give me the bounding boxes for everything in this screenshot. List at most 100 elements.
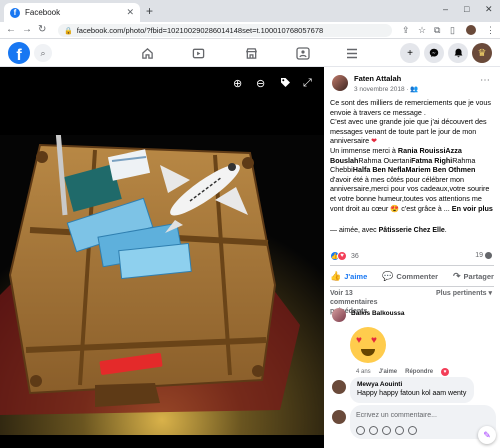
close-tab-icon[interactable]: ✕ — [126, 7, 134, 18]
zoom-out-icon[interactable]: ⊖ — [256, 77, 265, 90]
comment-input[interactable] — [356, 409, 486, 421]
photo-viewer: ⊕ ⊖ ⤢ — [0, 67, 324, 448]
comment-label: Commenter — [396, 271, 439, 281]
extensions-icon[interactable]: ⧉ — [434, 25, 440, 36]
comment-like-link[interactable]: J'aime — [379, 369, 397, 375]
caption-paragraph-1: Ce sont des milliers de remerciements qu… — [330, 98, 491, 117]
comment-love-reaction-icon[interactable]: ♥ — [441, 368, 450, 376]
post-date-text: 3 novembre 2018 · — [354, 86, 411, 93]
comment-bubble-icon — [485, 252, 492, 259]
tag-suffix: . — [444, 227, 447, 234]
minimize-button[interactable]: – — [443, 4, 448, 14]
post-author[interactable]: Faten Attalah — [354, 74, 401, 83]
close-window-button[interactable]: ✕ — [485, 4, 493, 15]
heart-eyes-sticker-icon: ♥ ♥ — [350, 327, 386, 363]
camera-icon[interactable] — [382, 426, 391, 435]
menu-icon[interactable] — [344, 45, 360, 61]
sticker-icon[interactable] — [408, 426, 417, 435]
browser-profile-avatar[interactable] — [466, 25, 476, 35]
sticker-mouth — [361, 349, 375, 356]
share-arrow-icon: ↷ — [453, 270, 461, 281]
share-label: Partager — [463, 271, 494, 281]
url-text: facebook.com/photo/?fbid=102100290286014… — [76, 26, 324, 35]
comment-age[interactable]: 4 ans — [356, 369, 371, 375]
comment-button[interactable]: 💬 Commenter — [382, 271, 438, 282]
thanks-prefix: Un immense merci à — [330, 145, 398, 155]
forward-icon[interactable]: → — [22, 24, 32, 35]
comment-bubble: Mewya Aouinti Happy happy fatoun kol aam… — [350, 377, 474, 403]
heart-eye-left-icon: ♥ — [356, 335, 362, 346]
reactions-count: 36 — [351, 252, 359, 260]
tag-icon[interactable] — [280, 77, 291, 91]
comments-count-link[interactable]: 19 — [475, 252, 492, 259]
groups-icon[interactable] — [295, 45, 311, 61]
browser-tab[interactable]: f Facebook ✕ — [4, 3, 140, 22]
post-caption: Ce sont des milliers de remerciements qu… — [330, 98, 496, 213]
bookmark-star-icon[interactable]: ☆ — [418, 25, 426, 36]
like-label: J'aime — [344, 271, 368, 281]
share-button[interactable]: ↷ Partager — [453, 271, 494, 282]
comment-reply-link[interactable]: Répondre — [405, 369, 433, 375]
marketplace-icon[interactable] — [243, 45, 259, 61]
friends-audience-icon: 👥 — [410, 86, 419, 93]
caption-paragraph-3: Un immense merci à Rania RouissiAzza Bou… — [330, 146, 496, 213]
see-more-link[interactable]: En voir plus — [452, 204, 493, 213]
maximize-button[interactable]: □ — [464, 4, 469, 14]
tagged-place-link[interactable]: Pâtisserie Chez Elle — [379, 227, 445, 234]
commenter-avatar[interactable] — [332, 380, 346, 394]
zoom-in-icon[interactable]: ⊕ — [233, 77, 242, 90]
messenger-icon[interactable] — [424, 43, 444, 63]
comment-text: Happy happy fatoun kol aam wenty — [357, 390, 467, 397]
author-avatar[interactable] — [332, 75, 348, 91]
comment-sort-dropdown[interactable]: Plus pertinents ▾ — [436, 289, 494, 298]
caption-paragraph-2: C'est avec une grande joie que j'ai déco… — [330, 117, 496, 146]
heart-emoji-icon: ❤ — [371, 136, 378, 146]
new-message-icon[interactable]: ✎ — [478, 426, 496, 444]
facebook-favicon-icon: f — [10, 7, 20, 18]
post-date[interactable]: 3 novembre 2018 · 👥 — [354, 85, 418, 93]
home-icon[interactable] — [139, 45, 155, 61]
fullscreen-icon[interactable]: ⤢ — [303, 77, 312, 90]
comment-icon: 💬 — [382, 270, 394, 281]
search-icon[interactable]: ⌕ — [34, 44, 52, 62]
profile-avatar[interactable]: ♛ — [472, 43, 492, 63]
browser-menu-icon[interactable]: ⋮ — [486, 25, 495, 36]
new-tab-button[interactable]: + — [146, 4, 153, 18]
facebook-top-nav: f ⌕ + ♛ — [0, 39, 500, 67]
sidebar-icon[interactable]: ▯ — [450, 25, 455, 36]
commenter-avatar[interactable] — [332, 308, 346, 322]
browser-tab-strip: f Facebook ✕ + – □ ✕ — [0, 0, 500, 22]
thanks-end: c'est grâce à ... — [399, 203, 450, 213]
address-bar[interactable]: 🔒 facebook.com/photo/?fbid=1021002902860… — [58, 24, 392, 37]
mentioned-name-plain-1[interactable]: Rahma Ouertani — [358, 156, 411, 165]
commenter-name[interactable]: Balkis Balkoussa — [351, 310, 404, 317]
thumbs-up-icon: 👍 — [330, 270, 342, 281]
mentioned-name-3[interactable]: Halfa Ben NeflaMariem Ben Othmen — [353, 165, 476, 174]
watch-icon[interactable] — [190, 45, 206, 61]
lock-icon: 🔒 — [64, 27, 73, 35]
composer-tools — [356, 426, 421, 435]
cake-photo — [0, 135, 324, 435]
comment-meta: 4 ans J'aime Répondre ♥ — [356, 368, 457, 376]
tab-title: Facebook — [25, 8, 61, 17]
reload-icon[interactable]: ↻ — [38, 24, 46, 35]
tag-prefix: — aimée, avec — [330, 227, 379, 234]
emoji-icon[interactable] — [369, 426, 378, 435]
notifications-icon[interactable] — [448, 43, 468, 63]
avatar-sticker-icon[interactable] — [356, 426, 365, 435]
mentioned-name-2[interactable]: Fatma Righi — [411, 156, 452, 165]
post-options-icon[interactable]: ⋯ — [480, 75, 490, 86]
my-avatar[interactable] — [332, 410, 346, 424]
caption-paragraph-2-text: C'est avec une grande joie que j'ai déco… — [330, 117, 487, 146]
back-icon[interactable]: ← — [6, 24, 16, 35]
share-page-icon[interactable]: ⇪ — [402, 25, 410, 36]
like-button[interactable]: 👍 J'aime — [330, 271, 367, 282]
create-icon[interactable]: + — [400, 43, 420, 63]
facebook-logo[interactable]: f — [8, 42, 30, 64]
gif-icon[interactable] — [395, 426, 404, 435]
heart-eyes-emoji-icon: 😍 — [390, 203, 400, 213]
post-actions-bar: 👍 J'aime 💬 Commenter ↷ Partager — [330, 265, 494, 287]
comments-count: 19 — [475, 252, 483, 259]
commenter-name[interactable]: Mewya Aouinti — [357, 381, 467, 388]
reactions-summary[interactable]: 👍 ♥ 36 — [330, 251, 359, 261]
